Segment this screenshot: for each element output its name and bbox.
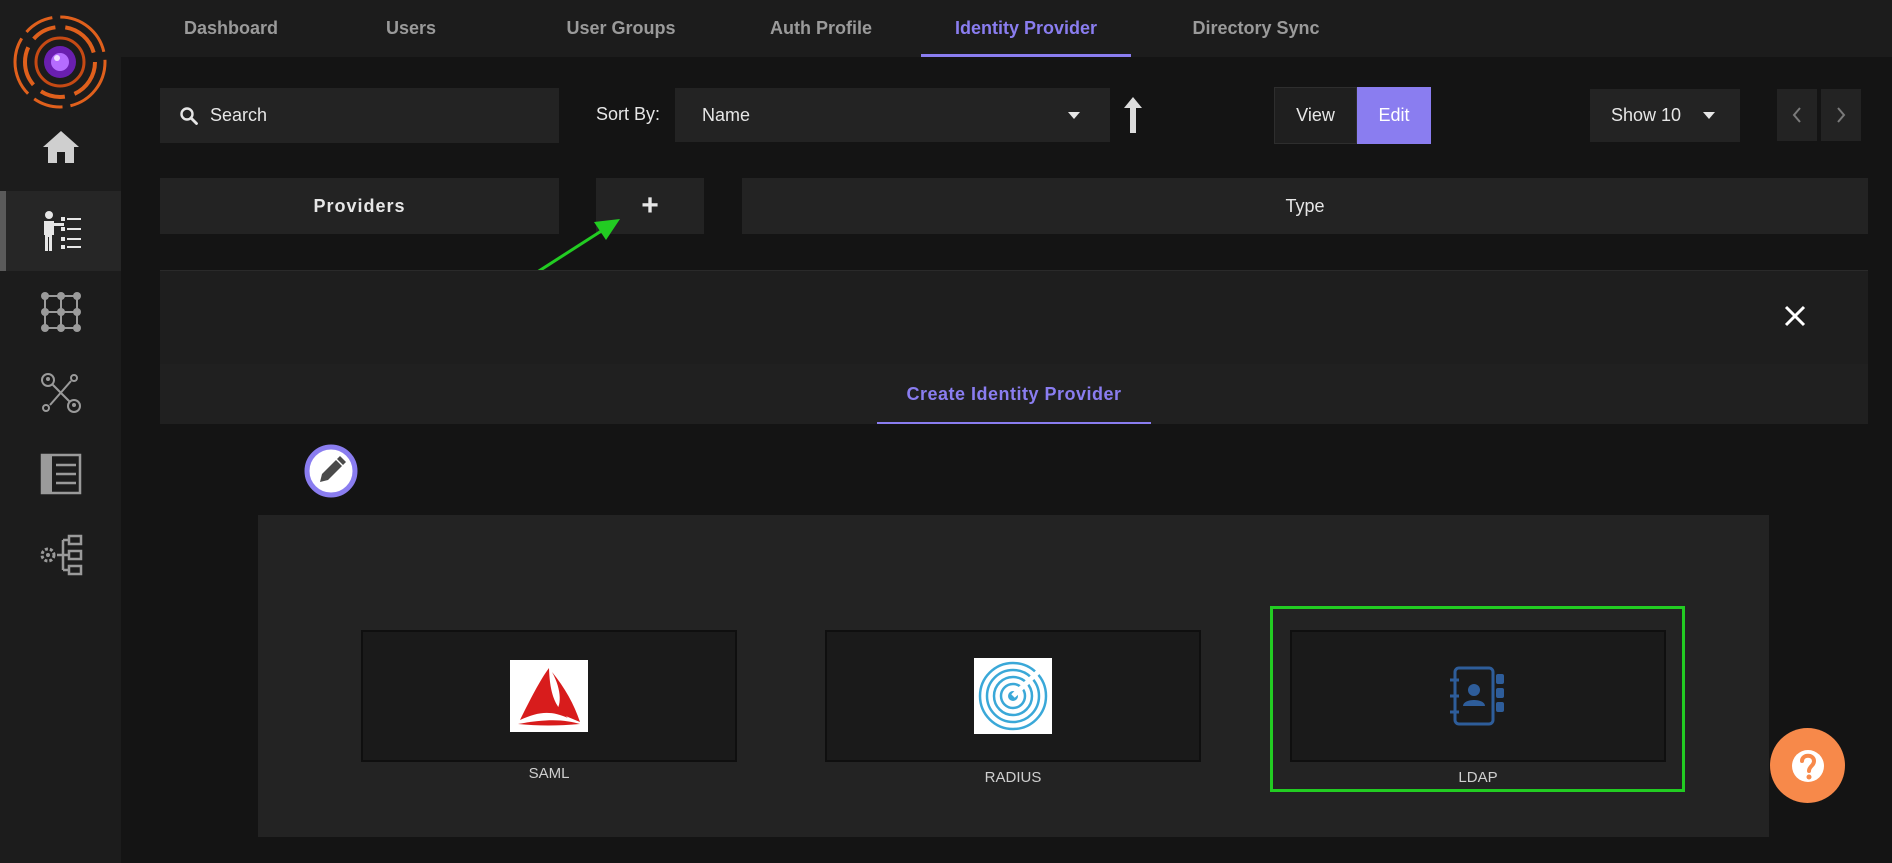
radius-card[interactable]: [825, 630, 1201, 762]
chevron-right-icon: [1837, 107, 1846, 123]
chevron-down-icon: [1703, 112, 1715, 119]
app-logo-icon: [13, 15, 107, 109]
pencil-edit-icon[interactable]: [304, 444, 358, 498]
edit-button[interactable]: Edit: [1357, 87, 1431, 144]
radius-label: RADIUS: [984, 769, 1042, 786]
sidebar-item-home[interactable]: [0, 107, 121, 187]
settings-tree-icon: [40, 534, 82, 576]
ldap-highlight-box: [1270, 606, 1685, 792]
records-icon: [40, 453, 81, 495]
sort-by-label: Sort By:: [596, 104, 661, 124]
create-panel-header: [160, 270, 1868, 364]
chevron-left-icon: [1792, 107, 1801, 123]
tab-create-identity-provider[interactable]: Create Identity Provider: [877, 364, 1151, 424]
question-mark-icon: [1791, 749, 1824, 782]
page-size-value: Show 10: [1611, 105, 1682, 125]
grid-network-icon: [40, 292, 81, 332]
user-connections-icon: [40, 373, 81, 413]
identity-list-icon: [43, 211, 81, 251]
radius-logo-icon: [974, 658, 1052, 734]
sidebar-item-connections[interactable]: [0, 353, 121, 433]
close-icon[interactable]: [1782, 303, 1808, 329]
tab-user-groups[interactable]: User Groups: [541, 0, 701, 57]
search-input[interactable]: [210, 105, 550, 126]
sidebar-item-settings[interactable]: [0, 515, 121, 595]
help-button[interactable]: [1770, 728, 1845, 803]
saml-logo-icon: [510, 660, 588, 732]
app-root: Dashboard Users User Groups Auth Profile…: [0, 0, 1892, 863]
view-button[interactable]: View: [1274, 87, 1357, 144]
tab-directory-sync[interactable]: Directory Sync: [1161, 0, 1351, 57]
tab-dashboard[interactable]: Dashboard: [161, 0, 301, 57]
sidebar-item-records[interactable]: [0, 434, 121, 514]
sidebar-item-identity[interactable]: [0, 191, 121, 271]
top-nav: Dashboard Users User Groups Auth Profile…: [121, 0, 1892, 57]
chevron-down-icon: [1068, 112, 1080, 119]
tab-auth-profile[interactable]: Auth Profile: [741, 0, 901, 57]
search-box: [160, 88, 559, 143]
tab-identity-provider[interactable]: Identity Provider: [921, 0, 1131, 57]
tab-users[interactable]: Users: [361, 0, 461, 57]
sidebar-item-grid[interactable]: [0, 272, 121, 352]
sort-by-select[interactable]: Name: [675, 88, 1110, 142]
saml-card[interactable]: [361, 630, 737, 762]
prev-page-button[interactable]: [1777, 89, 1817, 141]
sidebar: [0, 0, 121, 863]
page-size-select[interactable]: Show 10: [1590, 89, 1740, 142]
sort-ascending-arrow-icon[interactable]: [1122, 96, 1144, 134]
home-icon: [42, 131, 79, 163]
sort-by-value: Name: [702, 104, 751, 125]
search-icon: [180, 106, 198, 125]
saml-label: SAML: [528, 765, 570, 782]
next-page-button[interactable]: [1821, 89, 1861, 141]
view-edit-toggle: View Edit: [1274, 87, 1431, 144]
type-header: Type: [742, 178, 1868, 234]
